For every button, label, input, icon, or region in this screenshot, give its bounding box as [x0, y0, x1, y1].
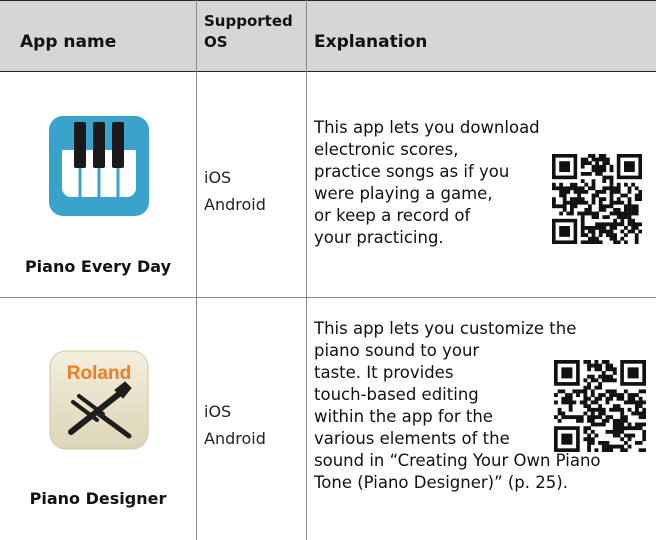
explanation-line: sound in “Creating Your Own Piano — [314, 451, 601, 470]
explanation-line: Tone (Piano Designer)” (p. 25). — [314, 473, 568, 492]
explanation-line: This app lets you download — [314, 118, 540, 137]
column-divider — [306, 0, 307, 540]
explanation-line: This app lets you customize the — [314, 319, 577, 338]
piano-keys-icon — [49, 116, 149, 216]
table-header: App name Supported OS Explanation — [0, 0, 656, 72]
explanation-line: practice songs as if you — [314, 162, 510, 181]
qr-code — [552, 154, 643, 245]
explanation-text: This app lets you download electronic sc… — [314, 117, 540, 249]
header-supported-os: Supported OS — [204, 12, 293, 51]
app-name-piano-designer: Piano Designer — [29, 489, 167, 508]
header-app-name: App name — [20, 32, 117, 52]
supported-os: iOS Android — [204, 398, 266, 452]
explanation-line: your practicing. — [314, 228, 444, 247]
explanation-line: were playing a game, — [314, 184, 493, 203]
supported-os: iOS Android — [204, 164, 266, 218]
column-divider — [196, 0, 197, 540]
row-divider — [0, 297, 656, 298]
explanation-line: electronic scores, — [314, 140, 459, 159]
os-android: Android — [204, 195, 266, 214]
app-name-piano-every-day: Piano Every Day — [24, 257, 172, 276]
os-ios: iOS — [204, 402, 232, 421]
qr-code — [554, 360, 647, 453]
explanation-line: piano sound to your — [314, 341, 480, 360]
icon-brand-text: Roland — [67, 363, 131, 384]
tuning-fork-wrench-icon: Roland — [49, 350, 149, 450]
explanation-line: or keep a record of — [314, 206, 471, 225]
apps-table: App name Supported OS Explanation Piano … — [0, 0, 656, 540]
os-ios: iOS — [204, 168, 232, 187]
header-explanation: Explanation — [314, 32, 428, 52]
os-android: Android — [204, 429, 266, 448]
